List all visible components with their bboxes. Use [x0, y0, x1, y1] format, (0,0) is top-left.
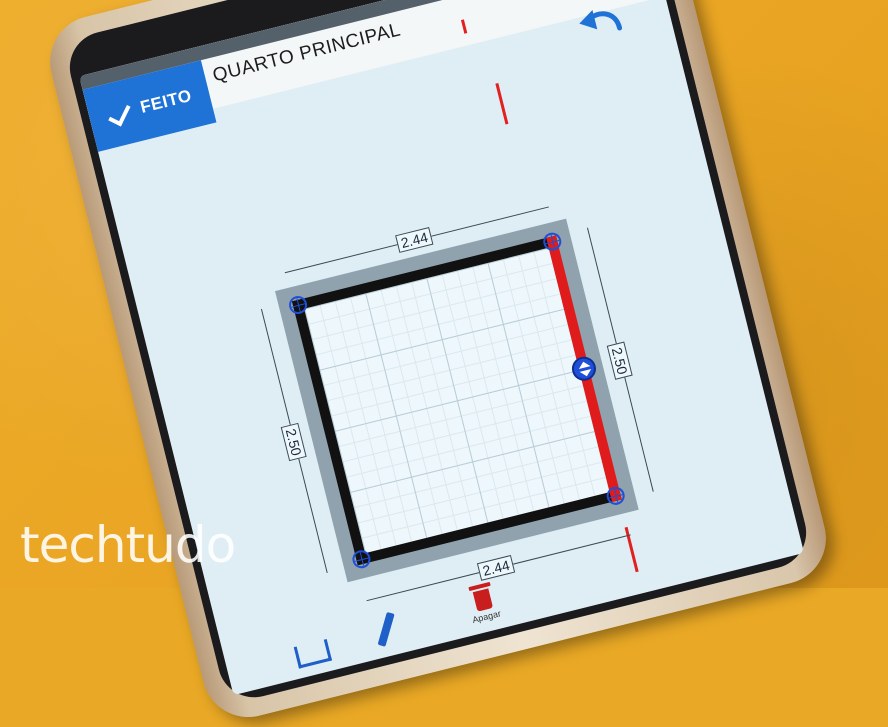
check-icon [105, 98, 137, 130]
alignment-guide-upper [495, 82, 509, 125]
door-tool[interactable] [293, 638, 333, 669]
phone: FEITO QUARTO PRINCIPAL 2.44 2.44 2.50 2.… [40, 0, 836, 727]
pencil-icon [377, 611, 395, 647]
dimension-label-right: 2.50 [606, 341, 633, 381]
trash-icon [468, 582, 496, 613]
edit-tool[interactable] [377, 611, 395, 647]
techtudo-watermark: techtudo [20, 516, 236, 574]
door-icon [293, 638, 333, 669]
dimension-label-left: 2.50 [280, 422, 307, 462]
dimension-label-top: 2.44 [395, 226, 434, 253]
done-label: FEITO [138, 85, 194, 117]
